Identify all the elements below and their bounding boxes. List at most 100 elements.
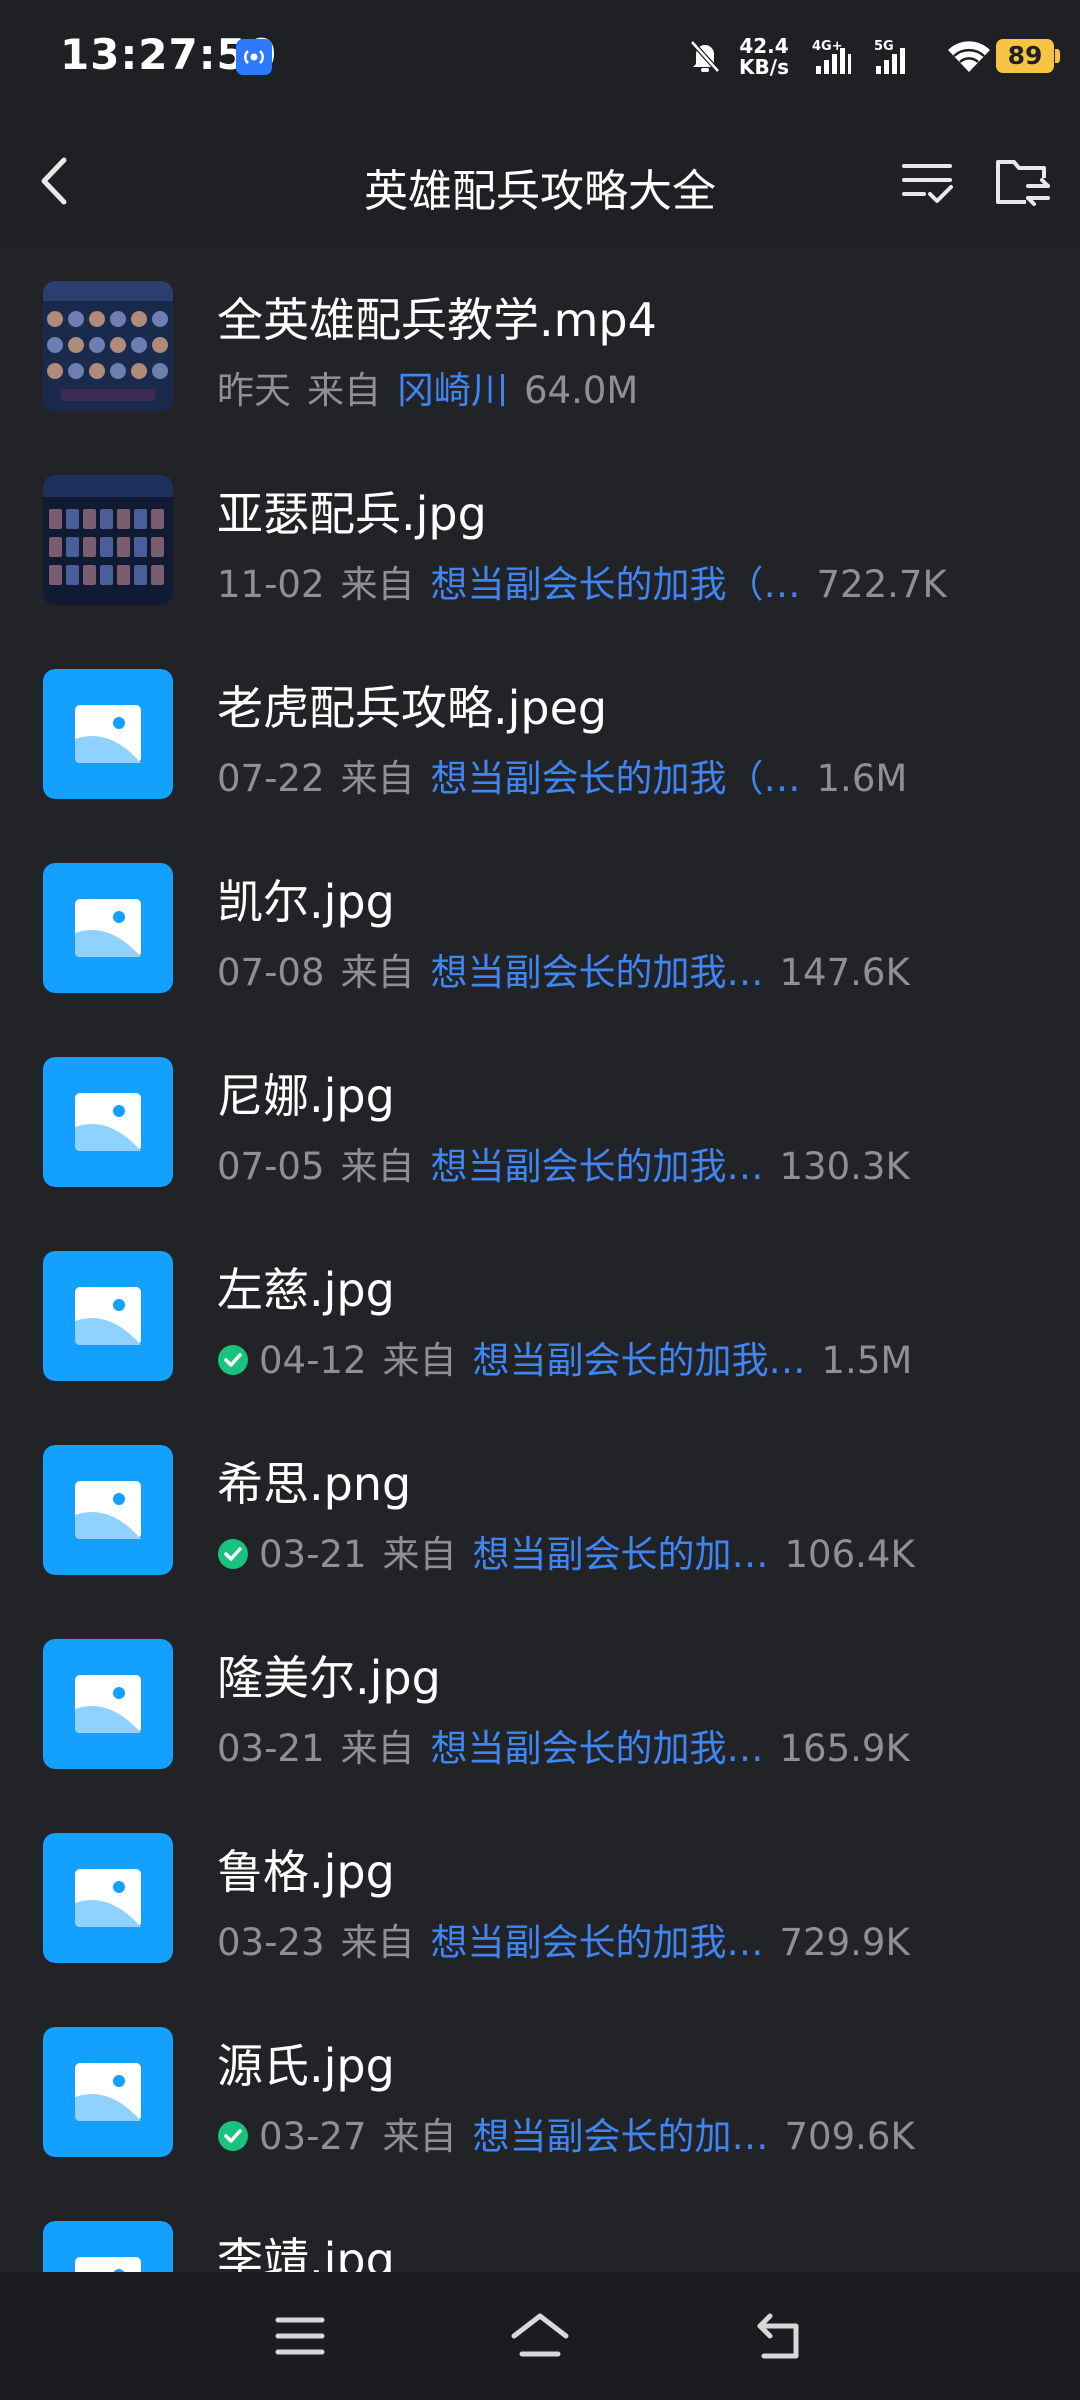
- sort-select-button[interactable]: [898, 152, 958, 212]
- file-name: 左慈.jpg: [217, 1263, 395, 1317]
- file-size: 165.9K: [779, 1727, 910, 1770]
- file-meta: 03-21 来自 想当副会长的加我… 165.9K: [217, 1718, 910, 1772]
- file-size: 1.6M: [816, 757, 908, 800]
- file-name: 尼娜.jpg: [217, 1069, 395, 1123]
- image-file-thumbnail[interactable]: [43, 2221, 173, 2272]
- file-row[interactable]: 左慈.jpg 04-12 来自 想当副会长的加我… 1.5M: [0, 1218, 1080, 1412]
- from-label: 来自: [382, 2115, 457, 2158]
- sender-link[interactable]: 想当副会长的加我…: [431, 1727, 764, 1770]
- file-meta: 07-22 来自 想当副会长的加我（… 1.6M: [217, 748, 907, 802]
- image-file-thumbnail[interactable]: [43, 1639, 173, 1769]
- file-list[interactable]: 全英雄配兵教学.mp4 昨天 来自 冈崎川 64.0M 亚瑟配兵.jpg 11-02 来自 想当…: [0, 248, 1080, 2272]
- file-name: 希思.png: [217, 1457, 412, 1511]
- sort-list-icon: [902, 164, 953, 203]
- image-file-thumbnail[interactable]: [43, 1445, 173, 1575]
- network-speed-value: 42.4: [739, 34, 789, 58]
- file-row[interactable]: 亚瑟配兵.jpg 11-02 来自 想当副会长的加我（… 722.7K: [0, 442, 1080, 636]
- file-meta: 03-21 来自 想当副会长的加… 106.4K: [217, 1524, 915, 1578]
- file-name: 李靖.jpg: [217, 2233, 395, 2272]
- file-name: 凯尔.jpg: [217, 875, 395, 929]
- from-label: 来自: [340, 1145, 415, 1188]
- file-date: 07-05: [217, 1145, 325, 1188]
- file-row[interactable]: 隆美尔.jpg 03-21 来自 想当副会长的加我… 165.9K: [0, 1606, 1080, 1800]
- folder-switch-button[interactable]: [992, 152, 1054, 212]
- from-label: 来自: [340, 563, 415, 606]
- file-name: 全英雄配兵教学.mp4: [217, 293, 657, 347]
- from-label: 来自: [307, 369, 381, 412]
- synced-check-icon: [218, 2120, 248, 2151]
- file-meta: 07-08 来自 想当副会长的加我… 147.6K: [217, 942, 910, 996]
- status-bar: 13:27:50 42.4 KB/s 4G+ 5G 89: [0, 0, 1080, 115]
- mute-icon: [688, 38, 722, 78]
- hotspot-icon: [236, 39, 272, 75]
- sender-link[interactable]: 想当副会长的加我（…: [431, 757, 801, 800]
- file-meta: 昨天 来自 冈崎川 64.0M: [217, 360, 638, 414]
- image-file-thumbnail[interactable]: [43, 669, 173, 799]
- file-row[interactable]: 李靖.jpg: [0, 2188, 1080, 2272]
- nav-menu-button[interactable]: [272, 2312, 328, 2364]
- file-size: 130.3K: [779, 1145, 910, 1188]
- folder-transfer-icon: [996, 160, 1050, 206]
- image-file-icon: [43, 863, 173, 993]
- home-icon: [511, 2313, 569, 2357]
- image-file-icon: [43, 669, 173, 799]
- image-file-thumbnail[interactable]: [43, 1057, 173, 1187]
- from-label: 来自: [340, 1921, 415, 1964]
- sender-link[interactable]: 想当副会长的加我…: [431, 1921, 764, 1964]
- image-file-icon: [43, 2221, 173, 2272]
- video-thumbnail: [43, 281, 173, 411]
- image-file-thumbnail[interactable]: [43, 2027, 173, 2157]
- file-meta: 04-12 来自 想当副会长的加我… 1.5M: [217, 1330, 912, 1384]
- sender-link[interactable]: 想当副会长的加我…: [431, 951, 764, 994]
- file-row[interactable]: 老虎配兵攻略.jpeg 07-22 来自 想当副会长的加我（… 1.6M: [0, 636, 1080, 830]
- nav-back-button[interactable]: [752, 2312, 808, 2368]
- file-name: 老虎配兵攻略.jpeg: [217, 681, 608, 735]
- from-label: 来自: [340, 1727, 415, 1770]
- file-date: 11-02: [217, 563, 325, 606]
- image-file-icon: [43, 1251, 173, 1381]
- image-file-icon: [43, 2027, 173, 2157]
- image-file-thumbnail[interactable]: [43, 1251, 173, 1381]
- file-row[interactable]: 希思.png 03-21 来自 想当副会长的加… 106.4K: [0, 1412, 1080, 1606]
- file-date: 07-22: [217, 757, 325, 800]
- file-size: 709.6K: [784, 2115, 915, 2158]
- file-meta: 03-27 来自 想当副会长的加… 709.6K: [217, 2106, 915, 2160]
- image-file-thumbnail[interactable]: [43, 1833, 173, 1963]
- from-label: 来自: [382, 1533, 457, 1576]
- from-label: 来自: [340, 757, 415, 800]
- image-preview-thumbnail[interactable]: [43, 475, 173, 605]
- video-file-thumbnail[interactable]: [43, 281, 173, 411]
- sender-link[interactable]: 想当副会长的加我（…: [431, 563, 801, 606]
- file-meta: 03-23 来自 想当副会长的加我… 729.9K: [217, 1912, 910, 1966]
- file-row[interactable]: 尼娜.jpg 07-05 来自 想当副会长的加我… 130.3K: [0, 1024, 1080, 1218]
- file-name: 隆美尔.jpg: [217, 1651, 441, 1705]
- file-date: 昨天: [217, 369, 291, 412]
- sender-link[interactable]: 冈崎川: [397, 369, 508, 412]
- app-header: 英雄配兵攻略大全: [0, 115, 1080, 248]
- sender-link[interactable]: 想当副会长的加我…: [431, 1145, 764, 1188]
- file-row[interactable]: 源氏.jpg 03-27 来自 想当副会长的加… 709.6K: [0, 1994, 1080, 2188]
- sender-link[interactable]: 想当副会长的加我…: [473, 1339, 806, 1382]
- signal-5g-icon: 5G: [872, 38, 918, 80]
- image-file-icon: [43, 1057, 173, 1187]
- file-date: 07-08: [217, 951, 325, 994]
- sender-link[interactable]: 想当副会长的加…: [473, 2115, 769, 2158]
- file-row[interactable]: 全英雄配兵教学.mp4 昨天 来自 冈崎川 64.0M: [0, 248, 1080, 442]
- file-date: 03-27: [259, 2115, 367, 2158]
- nav-home-button[interactable]: [508, 2310, 572, 2366]
- image-file-thumbnail[interactable]: [43, 863, 173, 993]
- network-speed: 42.4 KB/s: [732, 36, 796, 78]
- synced-check-icon: [218, 1344, 248, 1375]
- sender-link[interactable]: 想当副会长的加…: [473, 1533, 769, 1576]
- file-date: 03-23: [217, 1921, 325, 1964]
- signal-5g-label: 5G: [874, 39, 894, 54]
- file-row[interactable]: 鲁格.jpg 03-23 来自 想当副会长的加我… 729.9K: [0, 1800, 1080, 1994]
- file-name: 鲁格.jpg: [217, 1845, 395, 1899]
- signal-4g-icon: 4G+: [812, 38, 858, 80]
- file-row[interactable]: 凯尔.jpg 07-08 来自 想当副会长的加我… 147.6K: [0, 830, 1080, 1024]
- image-file-icon: [43, 1833, 173, 1963]
- status-indicators: 42.4 KB/s 4G+ 5G 89: [660, 0, 1080, 115]
- file-name: 源氏.jpg: [217, 2039, 395, 2093]
- battery-tip: [1055, 49, 1060, 63]
- signal-4g-label: 4G+: [812, 39, 843, 54]
